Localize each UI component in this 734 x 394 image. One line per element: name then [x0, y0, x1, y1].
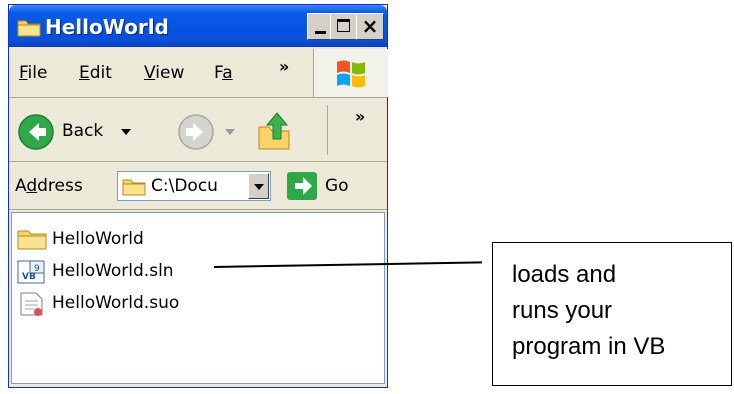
folder-icon — [122, 179, 146, 196]
folder-icon — [17, 17, 41, 41]
menu-favorites-label: F — [214, 63, 223, 83]
back-dropdown-icon[interactable] — [121, 129, 131, 135]
up-folder-icon — [258, 112, 290, 150]
explorer-window: HelloWorld × File Edit View Fa » Back » … — [8, 4, 388, 388]
address-dropdown-button[interactable] — [248, 173, 269, 199]
menu-edit-accel: E — [79, 63, 90, 83]
chevron-down-icon — [254, 184, 264, 190]
menu-file-rest: ile — [27, 63, 48, 83]
menu-view-rest: iew — [155, 63, 185, 83]
file-list[interactable]: HelloWorld VB 9 HelloWorld.sln HelloWorl… — [11, 212, 385, 384]
menu-bar: File Edit View Fa » — [9, 49, 388, 98]
windows-logo-icon — [337, 60, 365, 88]
file-name: HelloWorld — [52, 229, 144, 249]
title-bar[interactable]: HelloWorld × — [9, 5, 387, 47]
go-arrow-icon — [295, 177, 312, 195]
menu-overflow-chevron-icon[interactable]: » — [279, 57, 289, 76]
forward-dropdown-icon[interactable] — [225, 129, 235, 135]
file-name: HelloWorld.suo — [52, 293, 180, 313]
address-bar: Address C:\Docu Go — [9, 163, 387, 210]
window-title: HelloWorld — [45, 15, 169, 39]
address-label-rest: dress — [37, 176, 83, 196]
callout-text: loads and runs your program in VB — [512, 261, 666, 360]
menu-favorites-accel: a — [222, 63, 233, 83]
file-name: HelloWorld.sln — [52, 261, 174, 281]
document-icon — [20, 292, 43, 316]
menu-edit-rest: dit — [89, 63, 112, 83]
menu-view-accel: V — [144, 63, 156, 83]
toolbar-overflow-chevron-icon[interactable]: » — [355, 107, 365, 126]
close-button[interactable]: × — [356, 13, 384, 40]
forward-button[interactable] — [177, 111, 237, 151]
address-label: Address — [15, 176, 83, 196]
go-label[interactable]: Go — [325, 176, 349, 196]
menu-file-accel: F — [19, 63, 28, 83]
menu-view[interactable]: View — [144, 63, 184, 83]
up-folder-button[interactable] — [255, 109, 295, 153]
address-accel: d — [26, 176, 38, 196]
windows-logo-cell — [313, 49, 388, 97]
menu-file[interactable]: File — [19, 63, 47, 83]
maximize-icon — [337, 19, 350, 32]
minimize-icon — [315, 31, 326, 34]
address-input[interactable]: C:\Docu — [117, 171, 271, 201]
maximize-button[interactable] — [330, 13, 358, 40]
vb-solution-icon: VB 9 — [17, 260, 45, 284]
close-icon: × — [361, 14, 379, 38]
back-arrow-icon — [18, 114, 54, 150]
callout-box: loads and runs your program in VB — [492, 242, 732, 386]
folder-icon — [17, 230, 47, 250]
forward-arrow-icon — [178, 114, 214, 150]
address-label-a: A — [15, 176, 27, 196]
standard-toolbar: Back » — [9, 99, 387, 162]
toolbar-separator — [327, 105, 328, 155]
svg-text:9: 9 — [34, 264, 40, 274]
go-button[interactable] — [287, 172, 317, 200]
address-value: C:\Docu — [151, 176, 218, 196]
back-label: Back — [62, 121, 104, 141]
back-button[interactable]: Back — [17, 111, 157, 151]
menu-edit[interactable]: Edit — [79, 63, 112, 83]
menu-favorites[interactable]: Fa — [214, 63, 233, 83]
